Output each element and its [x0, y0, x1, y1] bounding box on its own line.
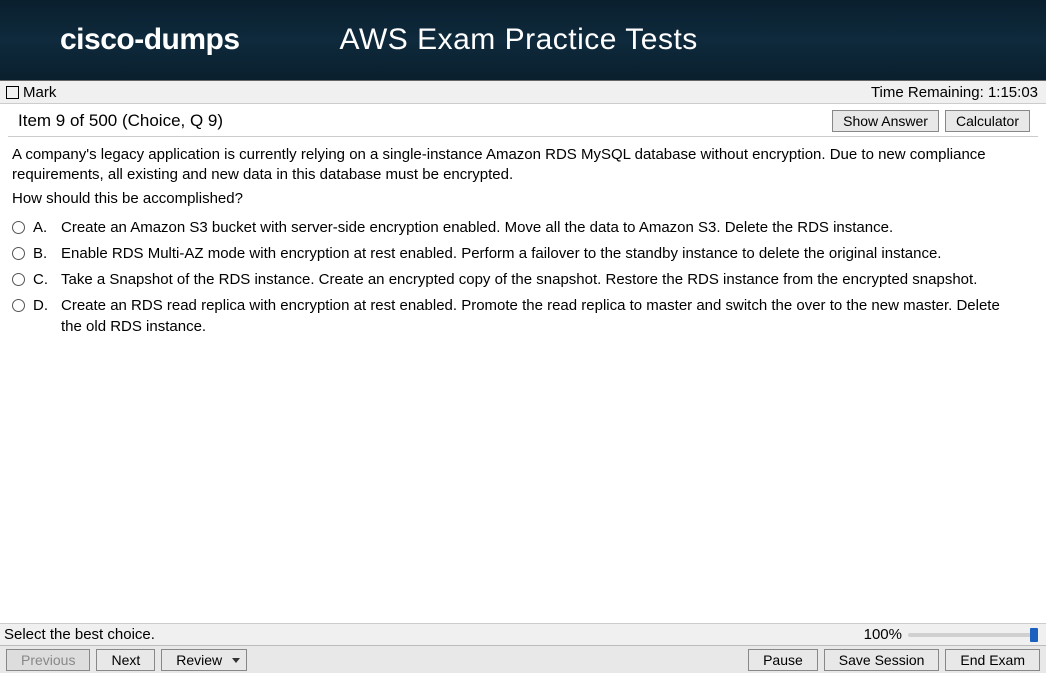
option-b[interactable]: B. Enable RDS Multi-AZ mode with encrypt…: [12, 241, 1034, 267]
chevron-down-icon: [232, 658, 240, 663]
question-prompt: How should this be accomplished?: [12, 190, 1034, 207]
mark-checkbox[interactable]: [6, 86, 19, 99]
radio-d[interactable]: [12, 299, 25, 312]
option-letter: D.: [33, 296, 53, 316]
end-exam-button[interactable]: End Exam: [945, 649, 1040, 671]
save-session-button[interactable]: Save Session: [824, 649, 940, 671]
review-label: Review: [176, 652, 222, 668]
review-dropdown[interactable]: Review: [161, 649, 247, 671]
option-letter: C.: [33, 270, 53, 290]
progress-control: 100%: [864, 626, 1038, 643]
previous-button[interactable]: Previous: [6, 649, 90, 671]
option-text: Create an RDS read replica with encrypti…: [61, 296, 1034, 337]
timer-value: 1:15:03: [988, 84, 1038, 101]
option-c[interactable]: C. Take a Snapshot of the RDS instance. …: [12, 267, 1034, 293]
mark-label: Mark: [23, 84, 56, 101]
option-text: Take a Snapshot of the RDS instance. Cre…: [61, 270, 1034, 290]
page-title: AWS Exam Practice Tests: [340, 23, 698, 57]
instruction-bar: Select the best choice. 100%: [0, 623, 1046, 645]
calculator-button[interactable]: Calculator: [945, 110, 1030, 132]
next-button[interactable]: Next: [96, 649, 155, 671]
option-text: Enable RDS Multi-AZ mode with encryption…: [61, 244, 1034, 264]
radio-c[interactable]: [12, 273, 25, 286]
radio-b[interactable]: [12, 247, 25, 260]
radio-a[interactable]: [12, 221, 25, 234]
progress-percent: 100%: [864, 626, 902, 643]
option-letter: A.: [33, 218, 53, 238]
progress-slider[interactable]: [908, 633, 1038, 637]
slider-thumb[interactable]: [1030, 628, 1038, 642]
top-bar: Mark Time Remaining: 1:15:03: [0, 80, 1046, 104]
mark-toggle[interactable]: Mark: [6, 84, 56, 101]
timer-label: Time Remaining:: [871, 84, 984, 101]
timer: Time Remaining: 1:15:03: [871, 84, 1038, 101]
app-header: cisco-dumps AWS Exam Practice Tests: [0, 0, 1046, 80]
footer-bar: Previous Next Review Pause Save Session …: [0, 645, 1046, 673]
option-d[interactable]: D. Create an RDS read replica with encry…: [12, 293, 1034, 340]
instruction-text: Select the best choice.: [4, 626, 155, 643]
question-content: ▴ A company's legacy application is curr…: [0, 137, 1046, 623]
logo: cisco-dumps: [60, 23, 240, 57]
options-list: A. Create an Amazon S3 bucket with serve…: [12, 215, 1034, 340]
question-stem: A company's legacy application is curren…: [12, 145, 1034, 186]
pause-button[interactable]: Pause: [748, 649, 818, 671]
option-letter: B.: [33, 244, 53, 264]
item-header-row: Item 9 of 500 (Choice, Q 9) Show Answer …: [8, 104, 1038, 137]
item-position-label: Item 9 of 500 (Choice, Q 9): [18, 111, 223, 131]
option-text: Create an Amazon S3 bucket with server-s…: [61, 218, 1034, 238]
show-answer-button[interactable]: Show Answer: [832, 110, 939, 132]
option-a[interactable]: A. Create an Amazon S3 bucket with serve…: [12, 215, 1034, 241]
